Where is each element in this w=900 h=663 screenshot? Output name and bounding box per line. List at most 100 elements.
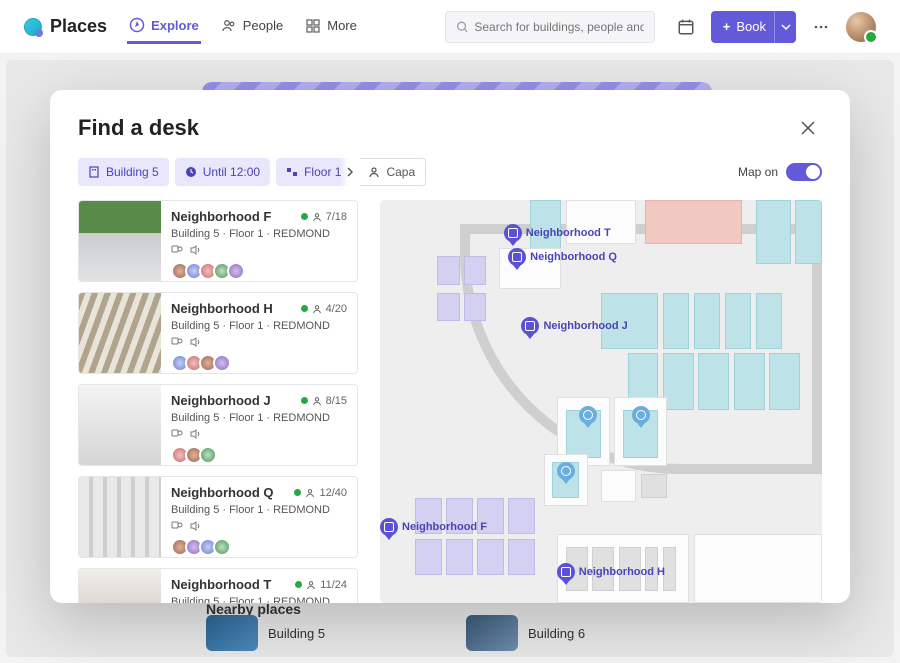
results-pane: Building 5 Until 12:00 Floor 1 Capa (78, 158, 360, 603)
topbar-right: + Book (671, 11, 876, 43)
teams-icon (171, 520, 183, 532)
person-icon (312, 396, 322, 406)
map-marker[interactable]: Neighborhood Q (508, 248, 617, 266)
pin-icon (380, 518, 398, 536)
neighborhood-card[interactable]: Neighborhood J 8/15 Building 5 · Floor 1 ·… (78, 384, 358, 466)
card-avatars (171, 262, 347, 280)
marker-label: Neighborhood T (526, 227, 611, 239)
marker-label: Neighborhood J (543, 320, 627, 332)
mini-avatar (227, 262, 245, 280)
search-field[interactable] (474, 20, 643, 34)
filter-building-label: Building 5 (106, 165, 159, 179)
map-pane: Map on (380, 158, 822, 603)
map-facility-marker[interactable] (557, 462, 575, 480)
book-button-label: Book (736, 19, 766, 34)
teams-icon (171, 336, 183, 348)
place-label: Building 6 (528, 626, 585, 641)
chevron-down-icon (781, 22, 791, 32)
close-icon (801, 121, 815, 135)
card-thumb (79, 201, 161, 281)
person-icon (368, 166, 380, 178)
map-facility-marker[interactable] (579, 406, 597, 424)
search-input[interactable] (445, 11, 655, 43)
book-split-button[interactable] (774, 11, 796, 43)
neighborhood-card[interactable]: Neighborhood T11/24Building 5 · Floor 1 … (78, 568, 358, 603)
nav-more-label: More (327, 18, 357, 33)
places-logo-icon (24, 18, 42, 36)
map-toggle[interactable] (786, 163, 822, 181)
book-button[interactable]: + Book (711, 11, 778, 43)
card-thumb (79, 569, 161, 603)
availability-dot-icon (301, 305, 308, 312)
card-body: Neighborhood T11/24Building 5 · Floor 1 … (161, 569, 357, 603)
card-amenities (171, 336, 347, 348)
filter-capacity-label: Capa (386, 165, 415, 179)
filter-capacity[interactable]: Capa (357, 158, 426, 186)
floor-map[interactable]: Neighborhood T Neighborhood Q Neighborhood… (380, 200, 822, 603)
calendar-icon (677, 18, 695, 36)
neighborhood-card[interactable]: Neighborhood H4/20Building 5 · Floor 1 ·… (78, 292, 358, 374)
card-body: Neighborhood J 8/15 Building 5 · Floor 1 ·… (161, 385, 357, 465)
find-desk-modal: Find a desk Building 5 Until 12:00 Floor… (50, 90, 850, 603)
nav-people-label: People (243, 18, 283, 33)
availability-dot-icon (301, 397, 308, 404)
mini-avatar (199, 446, 217, 464)
avatar[interactable] (846, 12, 876, 42)
more-horizontal-icon (813, 19, 829, 35)
card-capacity: 7/18 (301, 211, 347, 223)
filter-building[interactable]: Building 5 (78, 158, 169, 186)
search-icon (456, 20, 469, 34)
audio-icon (189, 244, 201, 256)
card-amenities (171, 520, 347, 532)
filter-time[interactable]: Until 12:00 (175, 158, 270, 186)
filter-floor-label: Floor 1 (304, 165, 341, 179)
marker-label: Neighborhood H (579, 566, 665, 578)
pin-icon (521, 317, 539, 335)
card-location: Building 5 · Floor 1 · REDMOND (171, 412, 347, 424)
nav-explore[interactable]: Explore (127, 9, 201, 44)
card-location: Building 5 · Floor 1 · REDMOND (171, 228, 347, 240)
modal-title: Find a desk (78, 115, 199, 141)
person-icon (305, 488, 315, 498)
card-capacity: 12/40 (294, 487, 347, 499)
map-marker[interactable]: Neighborhood F (380, 518, 487, 536)
card-capacity: 8/15 (301, 395, 347, 407)
availability-dot-icon (294, 489, 301, 496)
nav-more[interactable]: More (303, 10, 359, 44)
mini-avatar (213, 538, 231, 556)
close-button[interactable] (794, 114, 822, 142)
results-list[interactable]: Neighborhood F7/18Building 5 · Floor 1 ·… (78, 200, 360, 603)
availability-dot-icon (295, 581, 302, 588)
people-icon (221, 18, 237, 34)
audio-icon (189, 336, 201, 348)
pin-icon (504, 224, 522, 242)
map-marker[interactable]: Neighborhood J (521, 317, 627, 335)
calendar-button[interactable] (671, 12, 701, 42)
nearby-place-1[interactable]: Building 5 (206, 613, 446, 653)
floor-icon (286, 166, 298, 178)
map-facility-marker[interactable] (632, 406, 650, 424)
mini-avatar (213, 354, 231, 372)
nav-people[interactable]: People (219, 10, 285, 44)
map-marker[interactable]: Neighborhood T (504, 224, 611, 242)
card-name: Neighborhood Q (171, 485, 274, 500)
neighborhood-card[interactable]: Neighborhood Q12/40Building 5 · Floor 1 … (78, 476, 358, 558)
building-icon (88, 166, 100, 178)
card-name: Neighborhood J (171, 393, 271, 408)
place-thumb (466, 615, 518, 651)
overflow-button[interactable] (806, 12, 836, 42)
card-location: Building 5 · Floor 1 · REDMOND (171, 320, 347, 332)
card-body: Neighborhood F7/18Building 5 · Floor 1 ·… (161, 201, 357, 281)
nearby-place-2[interactable]: Building 6 (466, 613, 706, 653)
place-label: Building 5 (268, 626, 325, 641)
clock-icon (185, 166, 197, 178)
filter-scroll-right[interactable] (340, 158, 360, 186)
map-marker[interactable]: Neighborhood H (557, 563, 665, 581)
plus-icon: + (723, 19, 731, 34)
card-thumb (79, 385, 161, 465)
compass-icon (129, 17, 145, 33)
pin-icon (508, 248, 526, 266)
card-amenities (171, 244, 347, 256)
teams-icon (171, 244, 183, 256)
neighborhood-card[interactable]: Neighborhood F7/18Building 5 · Floor 1 ·… (78, 200, 358, 282)
